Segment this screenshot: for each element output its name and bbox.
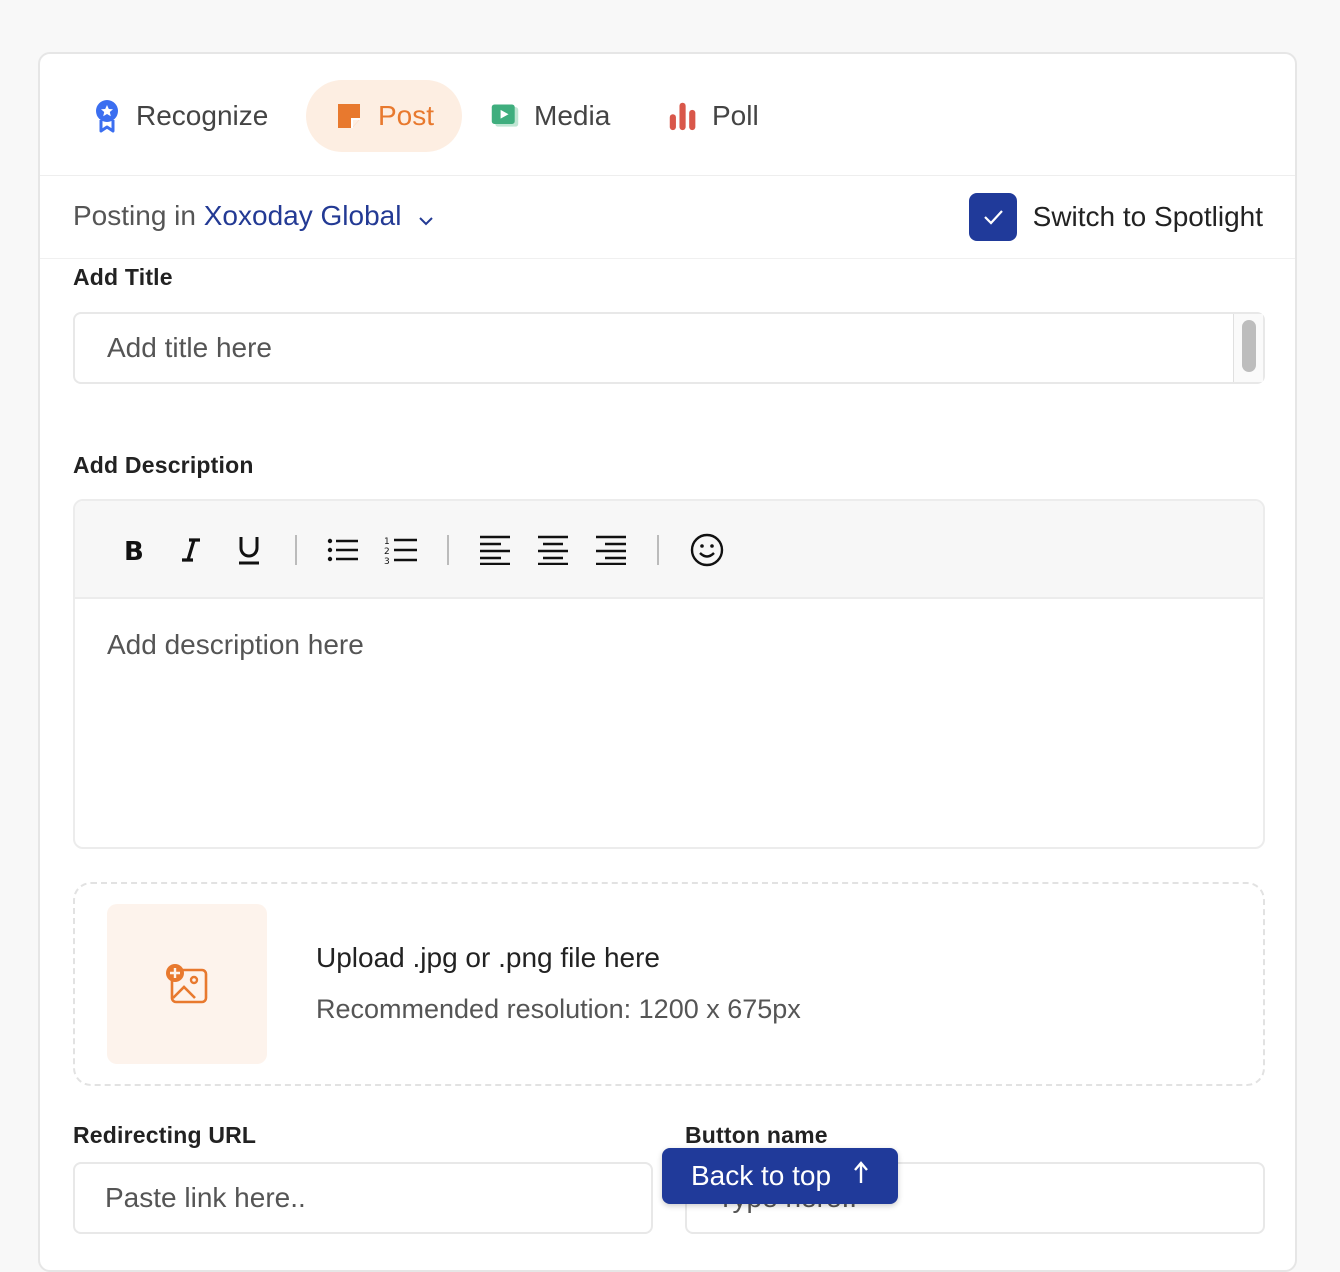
group-name: Xoxoday Global xyxy=(203,200,402,231)
add-image-icon xyxy=(166,964,208,1004)
title-scrollbar[interactable] xyxy=(1233,314,1263,382)
spotlight-checkbox[interactable] xyxy=(968,193,1017,241)
posting-row: Posting in Xoxoday Global Switch to Spot… xyxy=(40,177,1295,259)
description-placeholder: Add description here xyxy=(107,629,364,660)
create-post-card: Recognize Post Media Poll Posting in Xox… xyxy=(38,52,1297,1272)
tab-label: Media xyxy=(534,100,611,131)
bold-icon[interactable]: B xyxy=(115,532,151,568)
ribbon-award-icon xyxy=(92,99,122,133)
underline-icon[interactable] xyxy=(231,532,267,568)
title-input[interactable]: Add title here xyxy=(73,312,1265,384)
redirect-url-input[interactable]: Paste link here.. xyxy=(73,1162,653,1234)
image-upload-dropzone[interactable]: Upload .jpg or .png file here Recommende… xyxy=(73,882,1265,1086)
chevron-down-icon xyxy=(417,202,435,234)
title-placeholder: Add title here xyxy=(107,332,272,363)
tab-media[interactable]: Media xyxy=(490,80,610,152)
button-name-label: Button name xyxy=(685,1122,828,1148)
bullet-list-icon[interactable] xyxy=(325,532,361,568)
check-icon xyxy=(983,210,1003,225)
align-left-icon[interactable] xyxy=(477,532,513,568)
bar-chart-icon xyxy=(668,99,698,133)
group-selector[interactable]: Xoxoday Global xyxy=(204,200,435,231)
redirect-url-label: Redirecting URL xyxy=(73,1122,257,1148)
posting-in: Posting in Xoxoday Global xyxy=(73,200,435,234)
scrollbar-thumb[interactable] xyxy=(1242,320,1256,372)
tab-poll[interactable]: Poll xyxy=(668,80,759,152)
editor-toolbar: B 1 2 3 xyxy=(75,501,1263,599)
back-to-top-label: Back to top xyxy=(690,1160,832,1191)
svg-text:1: 1 xyxy=(384,537,390,547)
svg-text:B: B xyxy=(124,537,144,564)
sticky-note-icon xyxy=(334,99,364,133)
posting-prefix: Posting in xyxy=(73,200,196,231)
spotlight-label: Switch to Spotlight xyxy=(1032,201,1263,232)
upload-title: Upload .jpg or .png file here xyxy=(316,942,660,973)
svg-text:3: 3 xyxy=(384,557,390,565)
italic-icon[interactable] xyxy=(173,532,209,568)
post-type-tabs: Recognize Post Media Poll xyxy=(40,54,1295,176)
redirect-url-placeholder: Paste link here.. xyxy=(105,1182,306,1213)
description-label: Add Description xyxy=(73,452,254,478)
align-right-icon[interactable] xyxy=(593,532,629,568)
emoji-icon[interactable] xyxy=(689,532,725,568)
toolbar-divider xyxy=(447,535,449,565)
back-to-top-button[interactable]: Back to top xyxy=(662,1148,898,1204)
tab-label: Post xyxy=(377,100,435,131)
numbered-list-icon[interactable]: 1 2 3 xyxy=(383,532,419,568)
tab-label: Recognize xyxy=(136,100,269,131)
toolbar-divider xyxy=(657,535,659,565)
align-center-icon[interactable] xyxy=(535,532,571,568)
spotlight-toggle[interactable]: Switch to Spotlight xyxy=(968,193,1263,241)
tab-label: Poll xyxy=(712,100,759,131)
upload-image-button[interactable] xyxy=(107,904,267,1064)
toolbar-divider xyxy=(295,535,297,565)
upload-hint: Recommended resolution: 1200 x 675px xyxy=(316,994,801,1024)
svg-text:2: 2 xyxy=(384,547,390,557)
description-input[interactable]: Add description here xyxy=(75,599,1263,847)
arrow-up-icon xyxy=(853,1160,869,1192)
description-editor: B 1 2 3 Add description here xyxy=(73,499,1265,849)
tab-recognize[interactable]: Recognize xyxy=(92,80,268,152)
title-label: Add Title xyxy=(73,264,173,290)
play-video-icon xyxy=(490,99,520,133)
tab-post[interactable]: Post xyxy=(306,80,462,152)
